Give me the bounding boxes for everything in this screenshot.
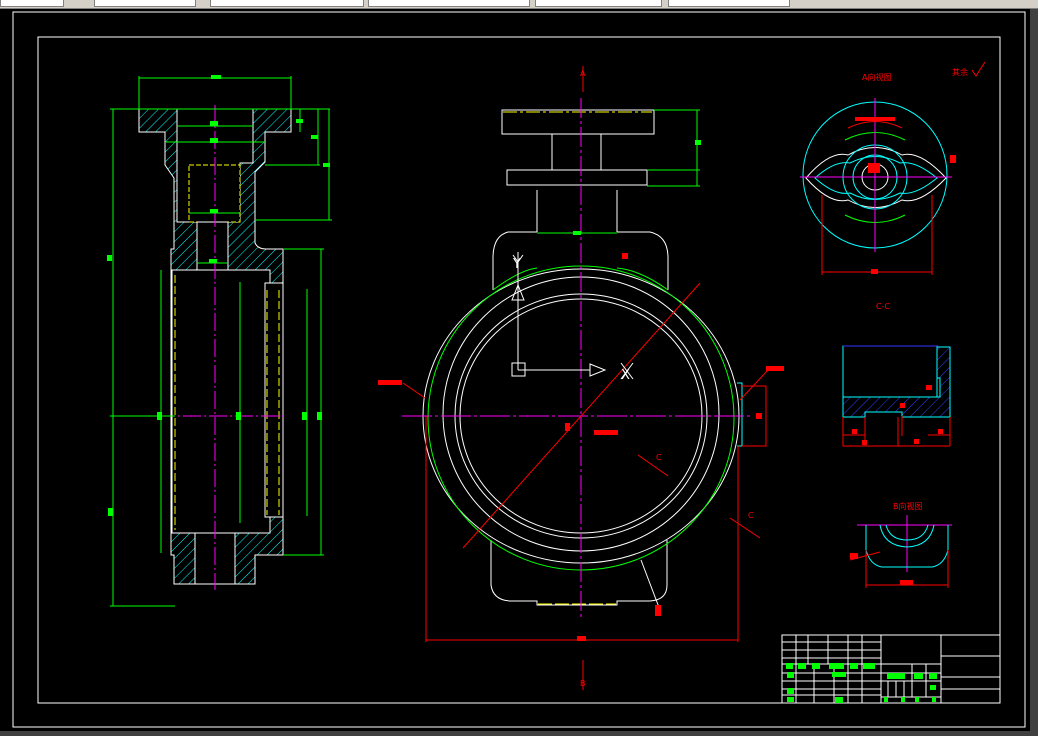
ucs-y-label: Y: [512, 257, 521, 272]
section-mark-top: A: [580, 69, 586, 78]
surface-note: 其余: [952, 67, 968, 77]
section-mark-c1: C: [656, 453, 662, 462]
section-mark-c2: C: [748, 511, 754, 520]
title-block: [781, 634, 1001, 704]
view-b: B向视图: [849, 501, 952, 588]
horizontal-scrollbar[interactable]: [0, 731, 1038, 736]
side-section-view: [107, 75, 332, 607]
section-mark-bottom: B: [580, 679, 586, 688]
front-view: Y X A B C C: [378, 66, 784, 690]
ucs-x-label: X: [621, 368, 630, 383]
view-b-title: B向视图: [893, 501, 923, 511]
section-c-c: C-C: [842, 302, 951, 447]
section-cc-title: C-C: [876, 302, 890, 311]
roughness-symbol: [971, 61, 986, 77]
view-a: A向视图 其余: [800, 61, 986, 275]
view-a-title: A向视图: [862, 72, 891, 82]
drawing-canvas[interactable]: Y X A B C C A向视图 其余 C-C B向视图: [0, 0, 1038, 731]
